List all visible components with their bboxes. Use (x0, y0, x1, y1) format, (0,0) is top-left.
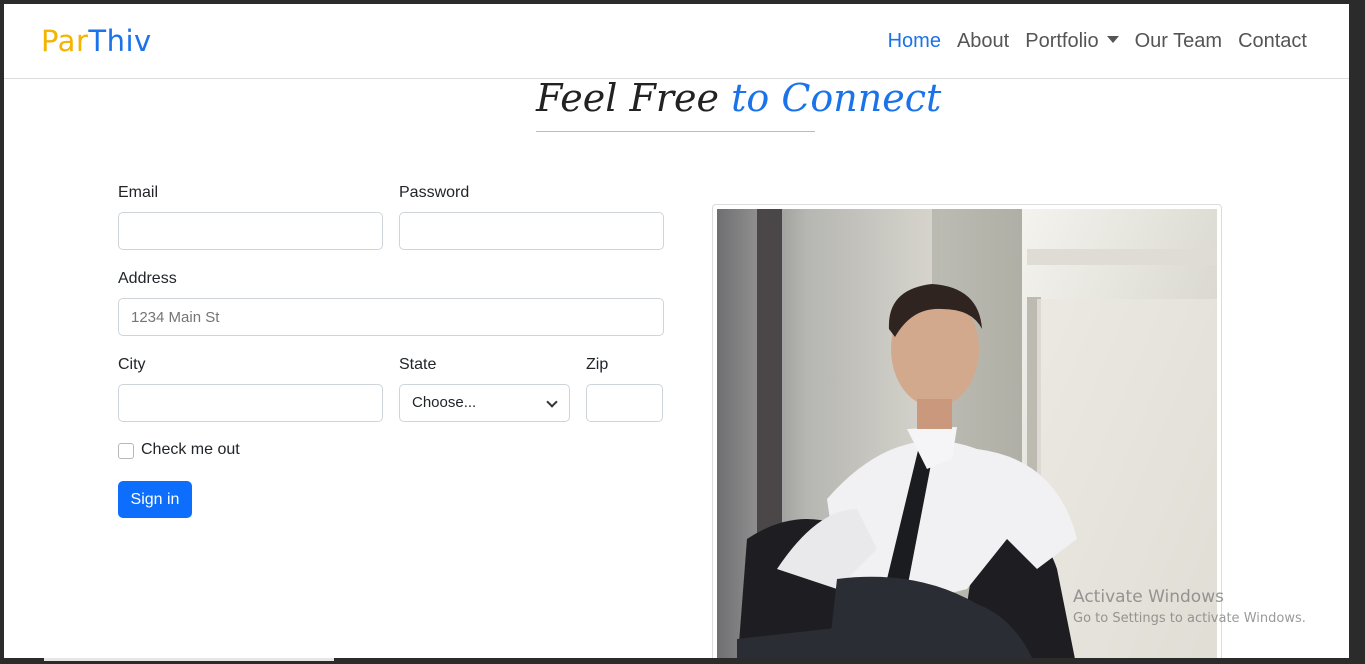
page-viewport: ParThiv Home About Portfolio Our Team Co… (4, 4, 1349, 658)
brand-logo[interactable]: ParThiv (41, 24, 152, 58)
check-me-out-checkbox[interactable] (118, 443, 134, 459)
password-field[interactable] (399, 212, 664, 250)
nav-portfolio-dropdown[interactable]: Portfolio (1025, 30, 1119, 53)
nav-home[interactable]: Home (888, 30, 941, 53)
email-field[interactable] (118, 212, 383, 250)
horizontal-scroll-indicator (44, 658, 334, 661)
nav-portfolio-label: Portfolio (1025, 30, 1099, 52)
nav-our-team[interactable]: Our Team (1135, 30, 1222, 53)
caret-down-icon (1106, 36, 1119, 44)
watermark-subtitle: Go to Settings to activate Windows. (1073, 611, 1306, 626)
sign-in-button[interactable]: Sign in (118, 481, 192, 518)
nav-contact[interactable]: Contact (1238, 30, 1307, 53)
nav-menu: Home About Portfolio Our Team Contact (888, 30, 1307, 53)
zip-label: Zip (586, 356, 609, 373)
password-label: Password (399, 184, 470, 201)
chevron-down-icon (546, 396, 558, 408)
address-field[interactable] (118, 298, 664, 336)
city-field[interactable] (118, 384, 383, 422)
city-label: City (118, 356, 146, 373)
brand-part-1: Par (41, 24, 89, 58)
windows-activation-watermark: Activate Windows Go to Settings to activ… (1073, 587, 1306, 626)
email-label: Email (118, 184, 159, 201)
watermark-title: Activate Windows (1073, 587, 1224, 607)
heading-underline (536, 131, 815, 132)
state-selected-value: Choose... (412, 394, 477, 411)
section-heading: Feel Free to Connect (536, 76, 941, 120)
address-label: Address (118, 270, 177, 287)
brand-part-2: Thiv (88, 24, 152, 58)
heading-part-2: to Connect (719, 76, 942, 120)
state-select[interactable]: Choose... (399, 384, 570, 422)
heading-part-1: Feel Free (536, 76, 720, 120)
navbar: ParThiv Home About Portfolio Our Team Co… (4, 4, 1349, 79)
nav-about[interactable]: About (957, 30, 1009, 53)
state-label: State (399, 356, 437, 373)
zip-field[interactable] (586, 384, 663, 422)
checkbox-label: Check me out (141, 441, 240, 458)
